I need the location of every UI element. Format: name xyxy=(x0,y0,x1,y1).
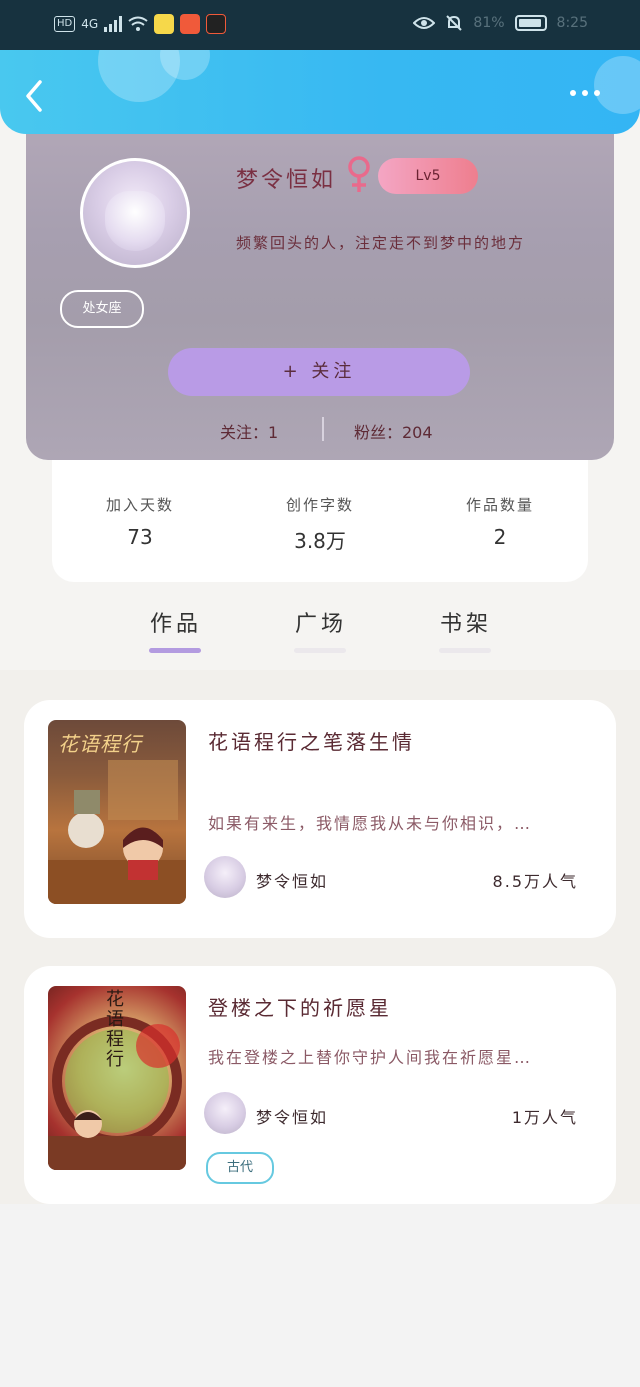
wifi-icon xyxy=(128,16,148,31)
stat-value: 73 xyxy=(127,525,153,549)
tab-bar: 作品 广场 书架 xyxy=(0,600,640,660)
cover-title: 花语程行 xyxy=(58,732,142,756)
tab-indicator xyxy=(439,648,491,653)
follow-button[interactable]: + 关注 xyxy=(168,348,470,396)
tab-indicator-active xyxy=(149,648,201,653)
clock: 8:25 xyxy=(556,15,588,31)
author-avatar xyxy=(204,856,246,898)
status-bar: HD 4G 81% 8:25 xyxy=(0,0,640,50)
avatar[interactable] xyxy=(80,158,190,268)
app-notification-icon xyxy=(154,14,175,34)
book-description: 如果有来生，我情愿我从未与你相识，… xyxy=(208,814,533,833)
stat-works-count: 作品数量 2 xyxy=(430,494,570,549)
app-notification-icon xyxy=(180,14,201,34)
status-right: 81% 8:25 xyxy=(413,14,588,32)
popularity: 8.5万人气 xyxy=(492,872,578,891)
fans-count[interactable]: 粉丝：204 xyxy=(354,419,433,443)
book-cover: 花语程行 xyxy=(48,986,186,1170)
signal-icon xyxy=(104,16,123,32)
mute-bell-icon xyxy=(446,15,463,31)
zodiac-tag: 处女座 xyxy=(60,290,144,328)
eye-icon xyxy=(413,17,436,29)
author-name: 梦令恒如 xyxy=(256,872,329,891)
follow-stats: 关注：1 粉丝：204 xyxy=(26,415,614,445)
book-card[interactable]: 花语程行 花语程行之笔落生情 如果有来生，我情愿我从未与你相识，… 梦令恒如 8… xyxy=(24,700,616,938)
stat-label: 作品数量 xyxy=(465,496,534,514)
more-options-button[interactable] xyxy=(570,90,600,96)
female-icon xyxy=(348,156,370,192)
decor-bubble xyxy=(594,56,640,114)
back-button[interactable] xyxy=(20,78,50,114)
user-name: 梦令恒如 xyxy=(236,168,337,193)
dot-icon xyxy=(570,90,576,96)
dot-icon xyxy=(594,90,600,96)
status-left: HD 4G xyxy=(54,14,227,34)
popularity: 1万人气 xyxy=(511,1108,578,1127)
author-avatar xyxy=(204,1092,246,1134)
book-cover: 花语程行 xyxy=(48,720,186,904)
hd-icon: HD xyxy=(54,16,76,32)
stat-label: 创作字数 xyxy=(285,496,354,514)
battery-percent: 81% xyxy=(473,15,505,31)
tab-indicator xyxy=(294,648,346,653)
app-notification-icon xyxy=(206,14,227,34)
book-title: 登楼之下的祈愿星 xyxy=(208,996,392,1020)
stat-value: 3.8万 xyxy=(294,529,346,553)
stats-card: 加入天数 73 创作字数 3.8万 作品数量 2 xyxy=(52,450,588,582)
works-list: 花语程行 花语程行之笔落生情 如果有来生，我情愿我从未与你相识，… 梦令恒如 8… xyxy=(0,670,640,1204)
genre-tag[interactable]: 古代 xyxy=(206,1152,274,1184)
stat-days-joined: 加入天数 73 xyxy=(70,494,210,549)
header-bar xyxy=(0,50,640,134)
author-name: 梦令恒如 xyxy=(256,1108,329,1127)
user-bio: 频繁回头的人，注定走不到梦中的地方 xyxy=(236,234,526,252)
tab-works[interactable]: 作品 xyxy=(146,606,206,638)
divider xyxy=(322,417,324,441)
tab-plaza[interactable]: 广场 xyxy=(291,606,351,638)
stat-label: 加入天数 xyxy=(105,496,174,514)
book-title: 花语程行之笔落生情 xyxy=(208,730,415,754)
tab-bookshelf[interactable]: 书架 xyxy=(436,606,496,638)
battery-icon xyxy=(514,15,547,31)
cover-title: 花语程行 xyxy=(106,989,124,1070)
stat-word-count: 创作字数 3.8万 xyxy=(250,494,390,554)
following-count[interactable]: 关注：1 xyxy=(220,419,278,443)
avatar-image xyxy=(105,191,165,251)
book-description: 我在登楼之上替你守护人间我在祈愿星… xyxy=(208,1048,533,1067)
book-card[interactable]: 花语程行 登楼之下的祈愿星 我在登楼之上替你守护人间我在祈愿星… 梦令恒如 1万… xyxy=(24,966,616,1204)
empty-area xyxy=(0,1204,640,1387)
profile-card: 梦令恒如 Lv5 频繁回头的人，注定走不到梦中的地方 处女座 + 关注 关注：1… xyxy=(26,110,614,460)
level-badge: Lv5 xyxy=(378,158,478,194)
network-type: 4G xyxy=(81,17,99,31)
stat-value: 2 xyxy=(493,525,507,549)
dot-icon xyxy=(582,90,588,96)
